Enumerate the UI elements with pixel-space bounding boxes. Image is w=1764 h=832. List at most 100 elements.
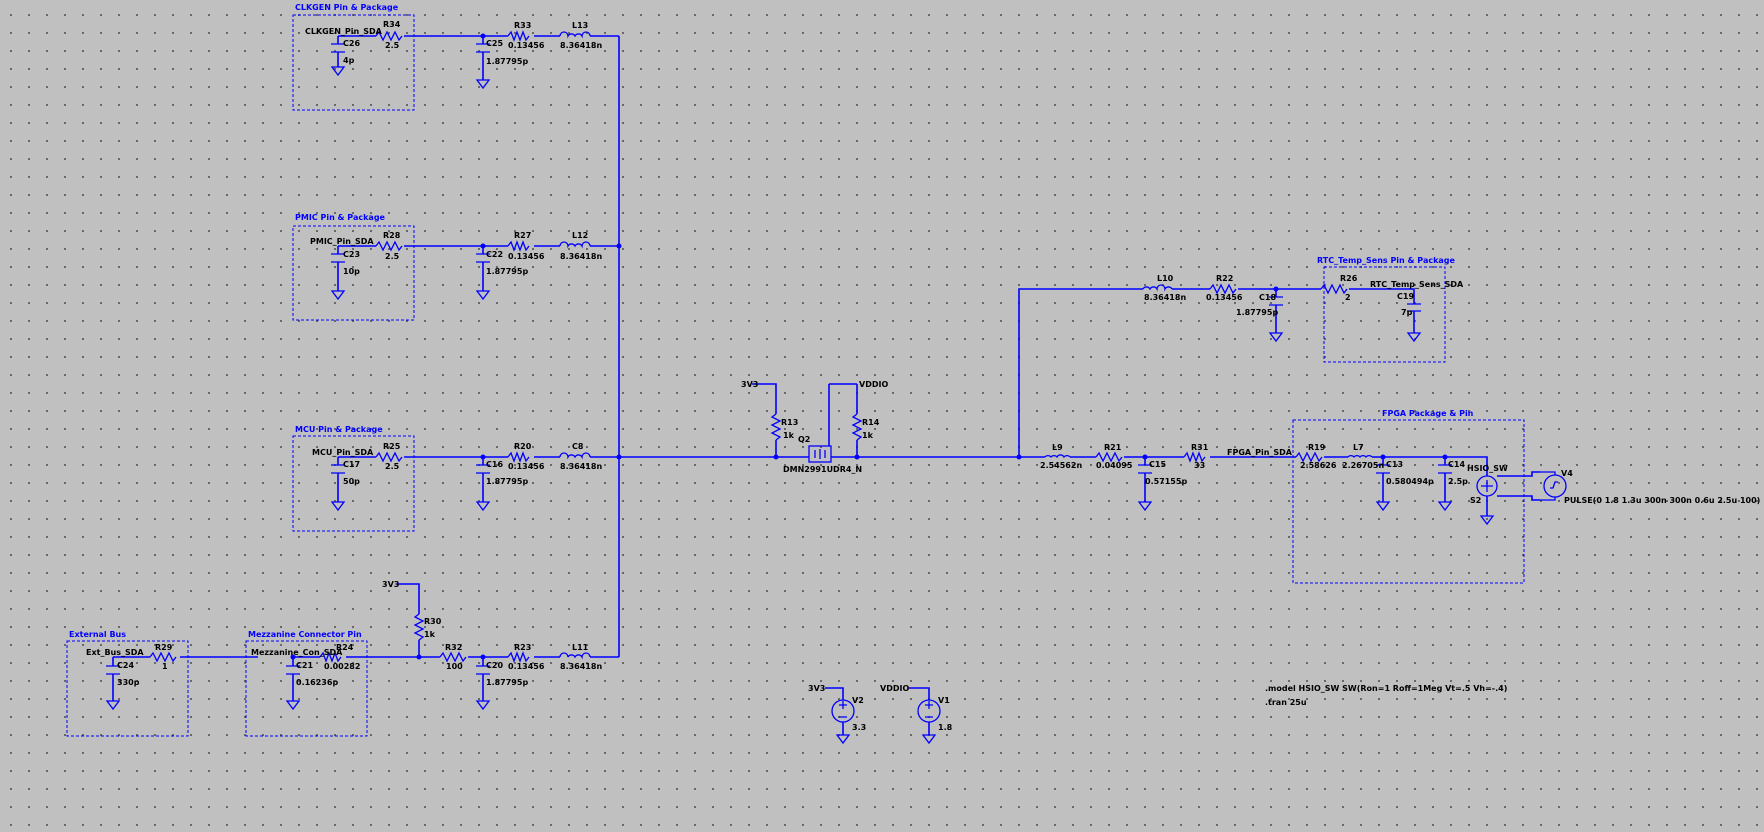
component-value: 2 [1345,293,1351,302]
component-value: 8.36418n [560,462,602,471]
component-value: 50p [343,477,360,486]
resistors [149,30,1348,663]
component-ref: L11 [572,643,589,652]
component-ref: S2 [1470,496,1481,505]
component-value: 4p [343,56,355,65]
junctions [290,33,1448,660]
component-value: 8.36418n [560,252,602,261]
component-ref: C23 [343,250,360,259]
component-value: 1.87795p [486,477,528,486]
component-value: 2.5 [385,41,400,50]
component-value: 0.13456 [508,252,545,261]
component-value: 7p [1401,308,1413,317]
component-value: 0.580494p [1386,477,1434,486]
component-ref: Q2 [798,435,810,444]
component-value: 2.58626 [1300,461,1337,470]
net-label-rtc: RTC_Temp_Sens_SDA [1370,280,1464,289]
component-value: 1k [783,431,795,440]
fpga-box-title: FPGA Package & Pin [1382,409,1474,418]
component-value: 1 [162,662,168,671]
component-ref: C13 [1386,460,1403,469]
inductors [559,31,1373,660]
net-label-pmic: PMIC_Pin_SDA [310,237,374,246]
component-value: 1k [424,630,436,639]
component-value: 330p [117,678,140,687]
component-value: 8.36418n [1144,293,1186,302]
component-value: 0.13456 [508,462,545,471]
component-ref: R30 [424,617,442,626]
component-ref: R21 [1104,443,1122,452]
power-label-vddio-r14: VDDIO [859,380,888,389]
mcu-box-title: MCU Pin & Package [295,425,383,434]
grounds [106,66,1494,744]
component-ref: R33 [514,21,531,30]
component-ref: L7 [1353,443,1364,452]
component-value: DMN2991UDR4_N [783,465,862,474]
power-label-3v3-r13: 3V3 [741,380,758,389]
power-label-3v3-r30: 3V3 [382,580,399,589]
component-value: 2.26705n [1342,461,1384,470]
component-ref: C16 [486,460,503,469]
component-ref: R23 [514,643,531,652]
component-ref: R20 [514,442,532,451]
component-value: 1.87795p [486,57,528,66]
component-ref: L9 [1052,443,1063,452]
component-ref: R32 [445,643,462,652]
component-value: 0.57155p [1145,477,1187,486]
component-ref: C24 [117,661,134,670]
schematic-canvas: CLKGEN Pin & Package PMIC Pin & Package … [0,0,1764,827]
net-label-hsio-sw: HSIO_SW [1467,464,1508,473]
component-ref: R25 [383,442,401,451]
net-label-ext-bus: Ext_Bus_SDA [86,648,144,657]
component-ref: L12 [572,231,588,240]
component-ref: C18 [1259,293,1276,302]
clkgen-box-title: CLKGEN Pin & Package [295,3,399,12]
rtc-box-title: RTC_Temp_Sens Pin & Package [1317,256,1456,265]
component-ref: R34 [383,20,401,29]
component-ref: V4 [1561,469,1573,478]
v2-source-symbol [831,699,855,723]
component-value: 2.5 [385,462,400,471]
schematic: CLKGEN Pin & Package PMIC Pin & Package … [66,3,1760,744]
fpga-box [1292,419,1525,584]
component-ref: R28 [383,231,401,240]
component-ref: C17 [343,460,360,469]
component-value: 1.8 [938,723,953,732]
component-ref: R31 [1191,443,1209,452]
component-labels: R34 2.5 C26 4p C25 1.87795p R33 0.13456 … [117,20,1760,732]
component-value: 0.13456 [508,662,545,671]
external-bus-box-title: External Bus [69,630,126,639]
component-ref: R24 [336,643,354,652]
component-ref: R27 [514,231,531,240]
spice-tran-directive: .tran 25u [1265,698,1307,707]
component-value: 1k [862,431,874,440]
component-ref: C8 [572,442,584,451]
component-ref: C20 [486,661,503,670]
net-label-fpga: FPGA_Pin_SDA [1227,448,1293,457]
q2-mosfet-symbol [808,445,832,463]
component-value: 33 [1194,461,1205,470]
net-label-mezzanine: Mezzanine_Con_SDA [251,648,343,657]
component-value: PULSE(0 1.8 1.3u 300n 300n 0.6u 2.5u 100… [1564,496,1760,505]
component-value: 0.00282 [324,662,360,671]
power-label-3v3-v2: 3V3 [808,684,825,693]
component-ref: L13 [572,21,588,30]
component-value: 100 [446,662,463,671]
pmic-box-title: PMIC Pin & Package [295,213,386,222]
component-value: 3.3 [852,723,866,732]
capacitors [106,43,1452,675]
component-ref: C14 [1448,460,1465,469]
component-value: 1.87795p [486,678,528,687]
component-ref: V1 [938,696,950,705]
component-ref: L10 [1157,274,1174,283]
component-ref: R26 [1340,274,1358,283]
component-ref: R14 [862,418,880,427]
component-value: 2.5p [1448,477,1468,486]
component-value: 8.36418n [560,662,602,671]
component-value: 10p [343,267,360,276]
net-label-mcu: MCU_Pin_SDA [312,448,374,457]
component-value: 0.13456 [1206,293,1243,302]
component-ref: C15 [1149,460,1166,469]
component-ref: R13 [781,418,798,427]
component-value: 8.36418n [560,41,602,50]
